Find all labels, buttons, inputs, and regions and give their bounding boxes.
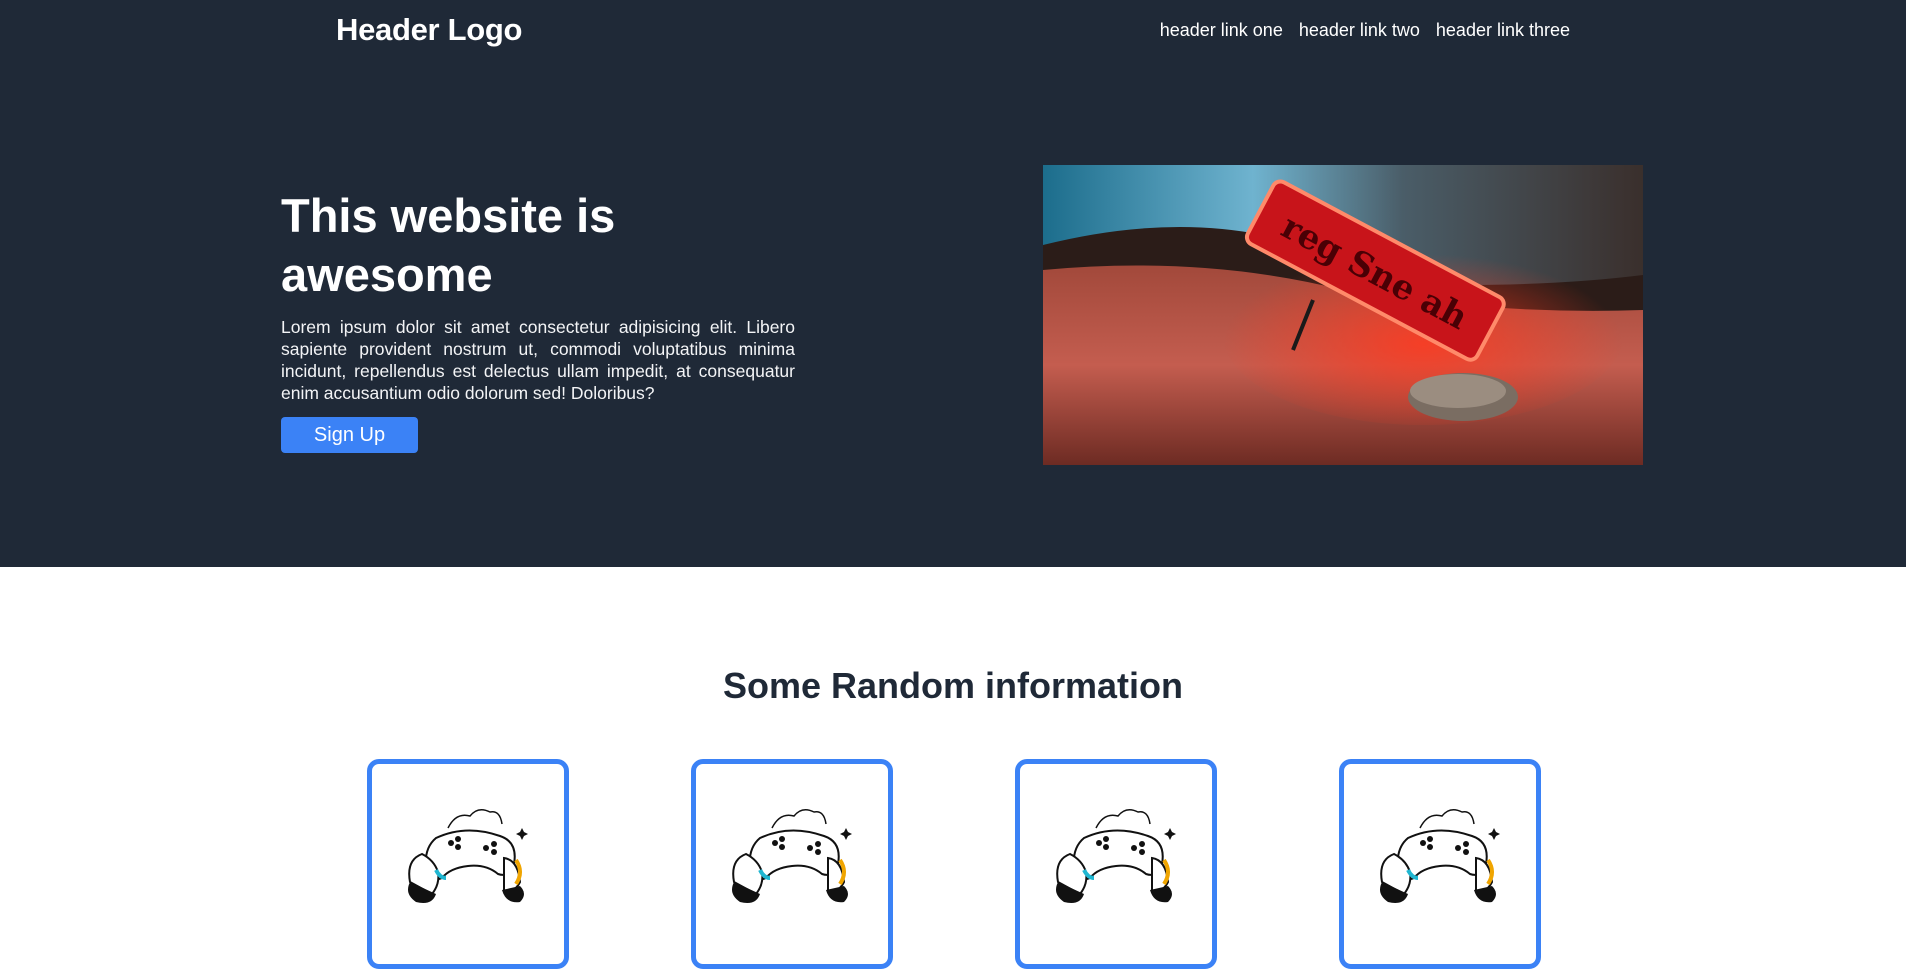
header-nav: header link one header link two header l… (1160, 20, 1570, 41)
gamepad-hands-icon (408, 809, 528, 903)
info-card[interactable] (367, 759, 569, 969)
hero-body: Lorem ipsum dolor sit amet consectetur a… (281, 317, 795, 403)
info-card[interactable] (691, 759, 893, 969)
gamepad-hands-icon (1380, 809, 1500, 903)
header-link-two[interactable]: header link two (1299, 20, 1420, 41)
header-logo[interactable]: Header Logo (336, 12, 522, 48)
section-title: Some Random information (722, 665, 1184, 706)
info-card[interactable] (1015, 759, 1217, 969)
hero-section: Header Logo header link one header link … (0, 0, 1906, 567)
header-link-three[interactable]: header link three (1436, 20, 1570, 41)
gamepad-hands-icon (732, 809, 852, 903)
info-card[interactable] (1339, 759, 1541, 969)
info-cards (367, 759, 1541, 969)
gamepad-hands-icon (1056, 809, 1176, 903)
sign-up-button[interactable]: Sign Up (281, 417, 418, 453)
header-link-one[interactable]: header link one (1160, 20, 1283, 41)
hero-title: This website is awesome (281, 189, 616, 301)
hero-text: This website is awesome Lorem ipsum dolo… (281, 186, 795, 453)
hero-image: reg Sne ah (1043, 165, 1643, 465)
